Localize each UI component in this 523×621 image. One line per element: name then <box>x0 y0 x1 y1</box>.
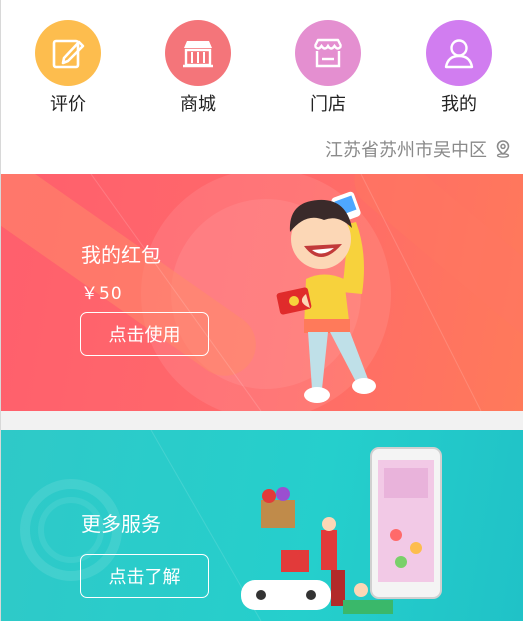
nav-item-store[interactable]: 门店 <box>293 20 363 116</box>
nav-item-mine[interactable]: 我的 <box>424 20 494 116</box>
cartoon-boy-illustration <box>276 191 376 403</box>
red-packet-amount: ￥50 <box>81 284 123 304</box>
nav-label-mine: 我的 <box>441 94 477 115</box>
red-packet-banner[interactable]: 我的红包 ￥50 点击使用 <box>1 174 523 411</box>
store-icon <box>295 20 361 86</box>
banner-title-red-packet: 我的红包 <box>81 243 161 267</box>
edit-icon <box>35 20 101 86</box>
location-selector[interactable]: 江苏省苏州市吴中区 <box>325 136 511 162</box>
phone-game-illustration <box>241 447 442 614</box>
location-pin-icon <box>495 140 511 158</box>
use-now-button[interactable]: 点击使用 <box>80 312 209 356</box>
section-divider <box>1 411 523 430</box>
nav-label-store: 门店 <box>310 94 346 115</box>
shop-icon <box>165 20 231 86</box>
banner-background-decoration <box>1 174 523 411</box>
nav-label-mall: 商城 <box>180 94 216 115</box>
nav-item-mall[interactable]: 商城 <box>163 20 233 116</box>
nav-label-review: 评价 <box>50 94 86 115</box>
banner-title-more-services: 更多服务 <box>81 512 161 536</box>
page: 评价 商城 门店 我的 江苏省苏州市吴中区 我的红包 ￥50 点击使用 更多服务… <box>0 0 523 621</box>
user-icon <box>426 20 492 86</box>
location-text: 江苏省苏州市吴中区 <box>325 140 487 161</box>
learn-more-button[interactable]: 点击了解 <box>80 554 209 598</box>
top-nav: 评价 商城 门店 我的 <box>1 0 523 120</box>
nav-item-review[interactable]: 评价 <box>33 20 103 116</box>
more-services-banner[interactable]: 更多服务 点击了解 <box>1 430 523 621</box>
